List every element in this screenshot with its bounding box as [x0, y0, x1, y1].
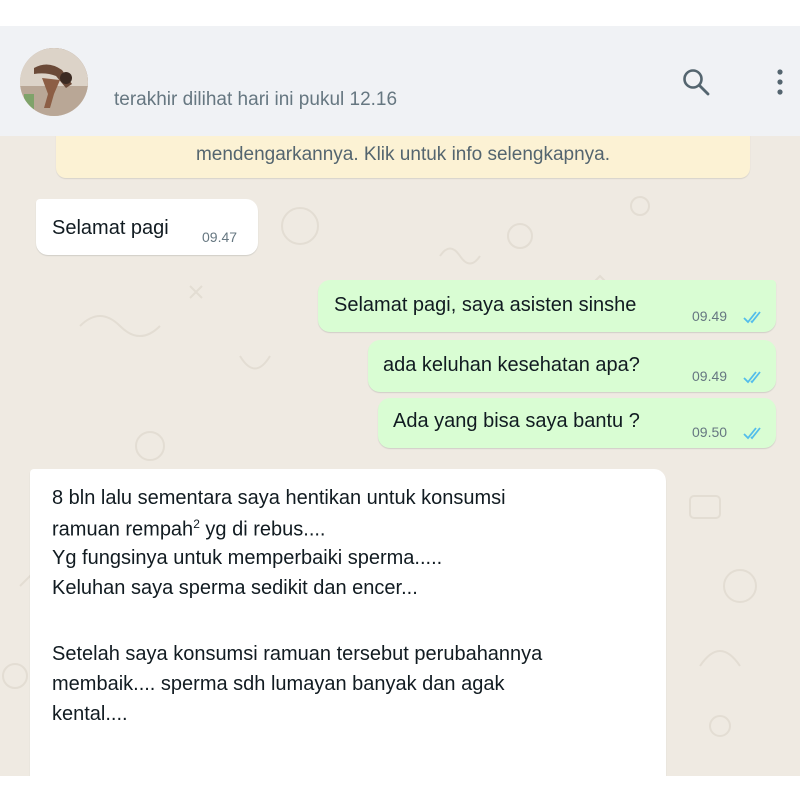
message-incoming-long[interactable]: 8 bln lalu sementara saya hentikan untuk…	[30, 469, 666, 776]
message-text: Selamat pagi	[52, 217, 169, 239]
banner-text: mendengarkannya. Klik untuk info selengk…	[195, 144, 611, 165]
message-time: 09.49	[692, 368, 728, 384]
message-outgoing[interactable]: Ada yang bisa saya bantu ? 09.50	[378, 398, 776, 448]
double-check-icon	[743, 371, 761, 384]
message-outgoing[interactable]: ada keluhan kesehatan apa? 09.49	[368, 340, 776, 392]
chat-window: terakhir dilihat hari ini pukul 12.16 me…	[0, 26, 800, 776]
message-time: 09.50	[692, 424, 728, 440]
message-incoming[interactable]: Selamat pagi 09.47	[36, 199, 258, 255]
message-line: ramuan rempah2 yg di rebus....	[52, 517, 326, 542]
message-outgoing[interactable]: Selamat pagi, saya asisten sinshe 09.49	[318, 280, 776, 332]
menu-button[interactable]	[762, 64, 798, 100]
message-line: Yg fungsinya untuk memperbaiki sperma...…	[52, 547, 443, 569]
message-time: 09.49	[692, 308, 728, 324]
message-line: membaik.... sperma sdh lumayan banyak da…	[52, 673, 505, 695]
message-line: Keluhan saya sperma sedikit dan encer...	[52, 577, 418, 599]
search-icon	[683, 69, 710, 96]
contact-avatar[interactable]	[20, 48, 88, 116]
message-line-text: ramuan rempah	[52, 518, 194, 541]
chat-header: terakhir dilihat hari ini pukul 12.16	[0, 26, 800, 136]
message-line: kental....	[52, 703, 128, 725]
search-button[interactable]	[678, 64, 714, 100]
avatar-photo-icon	[20, 48, 88, 116]
message-line-text: yg di rebus....	[199, 518, 326, 541]
double-check-icon	[743, 427, 761, 440]
message-line: 8 bln lalu sementara saya hentikan untuk…	[52, 487, 506, 509]
message-text: Ada yang bisa saya bantu ?	[393, 410, 640, 432]
message-time: 09.47	[202, 229, 238, 245]
last-seen-status: terakhir dilihat hari ini pukul 12.16	[114, 89, 398, 110]
double-check-icon	[743, 311, 761, 324]
message-text: ada keluhan kesehatan apa?	[383, 354, 640, 376]
message-text: Selamat pagi, saya asisten sinshe	[334, 294, 637, 316]
more-vertical-icon	[777, 69, 783, 95]
superscript: 2	[193, 517, 200, 531]
message-line: Setelah saya konsumsi ramuan tersebut pe…	[52, 643, 543, 665]
